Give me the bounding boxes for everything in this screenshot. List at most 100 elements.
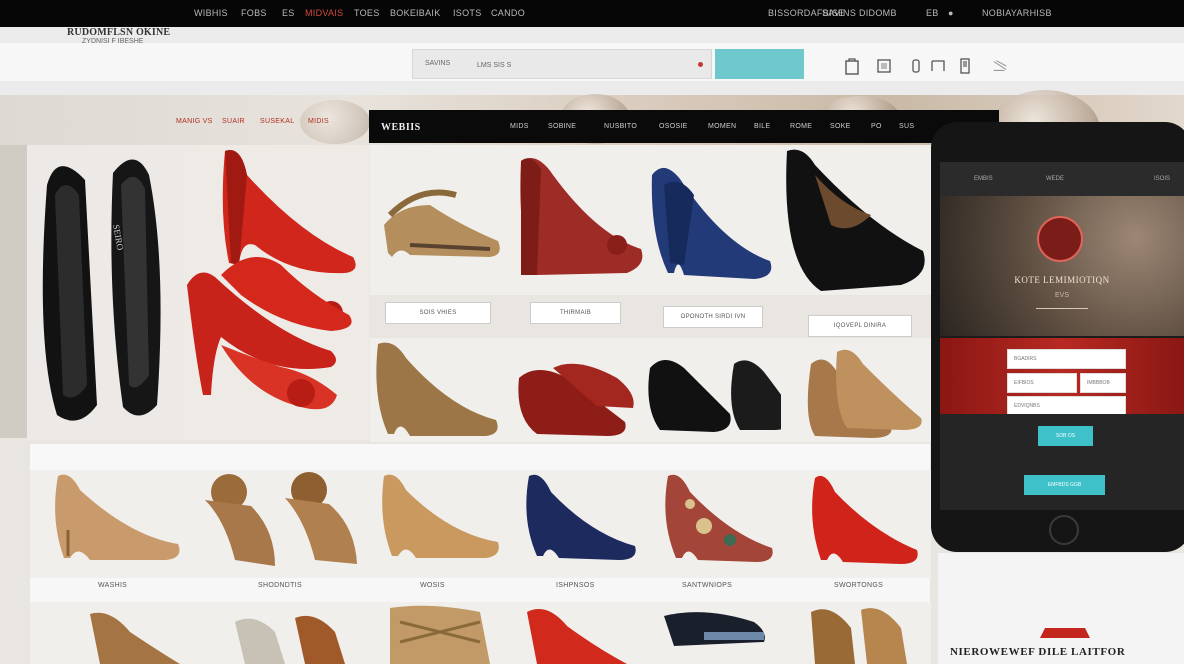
phone-field[interactable]: EDVIQNBS	[1007, 396, 1126, 416]
nude-pump-image	[55, 474, 180, 560]
top-link[interactable]: CANDO	[491, 8, 525, 18]
search-button[interactable]	[715, 49, 804, 79]
product-name[interactable]: ISHPNSOS	[556, 582, 595, 589]
product-label[interactable]: IQOVEPL DINIRA	[808, 315, 912, 337]
promo-title[interactable]: NIEROWEWEF DILE LAITFOR	[950, 646, 1184, 658]
category-nav: WEBIIS MIDS SOBINE NUSBITO OSOSIE MOMEN …	[369, 110, 999, 143]
bag-icon[interactable]	[844, 56, 860, 76]
promo-link[interactable]: SUSEKAL	[260, 118, 294, 125]
top-link[interactable]: MIDVAIS	[305, 8, 343, 18]
left-edge-panel	[0, 145, 27, 438]
nav-item[interactable]: BILE	[754, 123, 770, 130]
phone-hero-rule	[1036, 308, 1088, 309]
red-stiletto-image	[812, 475, 918, 564]
phone-hero-sub: EVS	[1054, 292, 1069, 299]
phone-field[interactable]: BGADIRS	[1007, 349, 1126, 369]
phone-nav-item[interactable]: WEDE	[1046, 176, 1064, 182]
site-logo-sub: ZYDNISI F IBESHE	[82, 38, 144, 45]
metallic-sandal-image	[235, 615, 345, 664]
product-name[interactable]: SWORTONGS	[834, 582, 883, 589]
black-mule-image	[664, 612, 765, 646]
product-tile-bronze-heels[interactable]	[781, 602, 931, 664]
promo-link[interactable]: SUAIR	[222, 118, 245, 125]
top-link[interactable]: FOBS	[241, 8, 267, 18]
product-tile-metallic-sandal[interactable]	[195, 602, 370, 664]
product-tile-red-stiletto[interactable]	[781, 470, 931, 578]
product-tile-floral-pump[interactable]	[644, 470, 781, 578]
product-name[interactable]: WASHIS	[98, 582, 127, 589]
phone-field[interactable]: IMBBBOB	[1080, 373, 1126, 393]
top-right-link[interactable]: SAVINS DIDOMB	[822, 8, 897, 18]
strappy-sandal-image	[384, 189, 500, 257]
promo-link[interactable]: MANIG VS	[176, 118, 213, 125]
site-logo[interactable]: RUDOMFLSN OKINE	[67, 27, 170, 38]
phone-submit-button[interactable]: EMFBDS GGB	[1024, 475, 1105, 495]
top-link[interactable]: IBAIK	[416, 8, 441, 18]
search-dot-icon	[698, 62, 703, 67]
top-right-link[interactable]: NOBIAYARHISB	[982, 8, 1052, 18]
product-tile-black-loafers[interactable]	[644, 338, 781, 442]
product-tile-red-loafers[interactable]	[507, 338, 644, 442]
product-name[interactable]: WOSIS	[420, 582, 445, 589]
product-tile-tan-wedges[interactable]	[781, 338, 931, 442]
promo-tag	[1040, 628, 1090, 638]
product-tile-navy-pump[interactable]	[644, 145, 781, 295]
burgundy-wedge-image	[520, 158, 643, 275]
product-tile-black-heels[interactable]: SEIRO	[27, 145, 181, 440]
cart-icon[interactable]	[876, 56, 892, 76]
product-tile-navy-satin-pump[interactable]	[507, 470, 644, 578]
top-link[interactable]: WIBHIS	[194, 8, 228, 18]
phone-nav-item[interactable]: EMBIS	[974, 176, 993, 182]
nav-item[interactable]: MIDS	[510, 123, 529, 130]
product-tile-gold-strappy[interactable]	[370, 602, 507, 664]
product-tile-brown-heel[interactable]	[30, 602, 195, 664]
product-name[interactable]: SANTWNIOPS	[682, 582, 732, 589]
top-link[interactable]: TOES	[354, 8, 380, 18]
product-tile-black-wedge[interactable]	[781, 145, 931, 295]
product-label[interactable]: OPONOTH SIRDI IVN	[663, 306, 763, 328]
black-wedge-image	[786, 149, 925, 291]
star-icon[interactable]	[930, 56, 946, 76]
bronze-heels-image	[811, 608, 907, 664]
product-tile-ruffle-sandals[interactable]	[195, 470, 370, 578]
product-tile-strappy-sandal[interactable]	[370, 145, 507, 295]
product-label[interactable]: THIRMAIB	[530, 302, 621, 324]
top-link[interactable]: ES	[282, 8, 295, 18]
nav-item[interactable]: ROME	[790, 123, 812, 130]
promo-link[interactable]: MIDIS	[308, 118, 329, 125]
phone-field[interactable]: EIFBIOS	[1007, 373, 1077, 393]
top-link[interactable]: ISOTS	[453, 8, 482, 18]
top-right-link[interactable]: EB	[926, 8, 939, 18]
phone-home-button[interactable]	[1049, 515, 1079, 545]
menu-icon[interactable]	[992, 56, 1008, 76]
user-icon[interactable]	[908, 56, 924, 76]
nav-brand[interactable]: WEBIIS	[381, 122, 421, 133]
search-label: SAVINS	[425, 60, 451, 67]
phone-button[interactable]: SOB OS	[1038, 426, 1093, 446]
lock-icon[interactable]	[957, 56, 973, 76]
top-link[interactable]: BOKE	[390, 8, 416, 18]
nav-item[interactable]: SUS	[899, 123, 914, 130]
nav-item[interactable]: OSOSIE	[659, 123, 688, 130]
search-input[interactable]	[477, 57, 687, 73]
product-label[interactable]: SOIS VHIES	[385, 302, 491, 324]
product-tile-red-pumps[interactable]	[181, 145, 369, 440]
top-right-link[interactable]: ●	[948, 8, 954, 18]
nav-item[interactable]: MOMEN	[708, 123, 736, 130]
phone-screen: EMBIS WEDE ISOIS KOTE LEMIMIOTIQN EVS BG…	[940, 162, 1184, 510]
product-tile-gold-pump[interactable]	[370, 470, 507, 578]
phone-nav-item[interactable]: ISOIS	[1154, 176, 1170, 182]
nav-item[interactable]: PO	[871, 123, 882, 130]
nav-item[interactable]: SOBINE	[548, 123, 576, 130]
phone-hero-title: KOTE LEMIMIOTIQN	[1014, 275, 1110, 285]
gold-strappy-image	[390, 605, 490, 664]
product-name[interactable]: SHODNDTIS	[258, 582, 302, 589]
product-tile-tan-pump[interactable]	[370, 338, 507, 442]
nav-item[interactable]: SOKE	[830, 123, 851, 130]
product-tile-burgundy-wedge[interactable]	[507, 145, 644, 295]
product-tile-nude-pump[interactable]	[30, 470, 195, 578]
product-tile-red-pump-bottom[interactable]	[507, 602, 644, 664]
nav-item[interactable]: NUSBITO	[604, 123, 637, 130]
product-tile-black-mule[interactable]	[644, 602, 781, 664]
grid-label-row	[30, 578, 930, 602]
